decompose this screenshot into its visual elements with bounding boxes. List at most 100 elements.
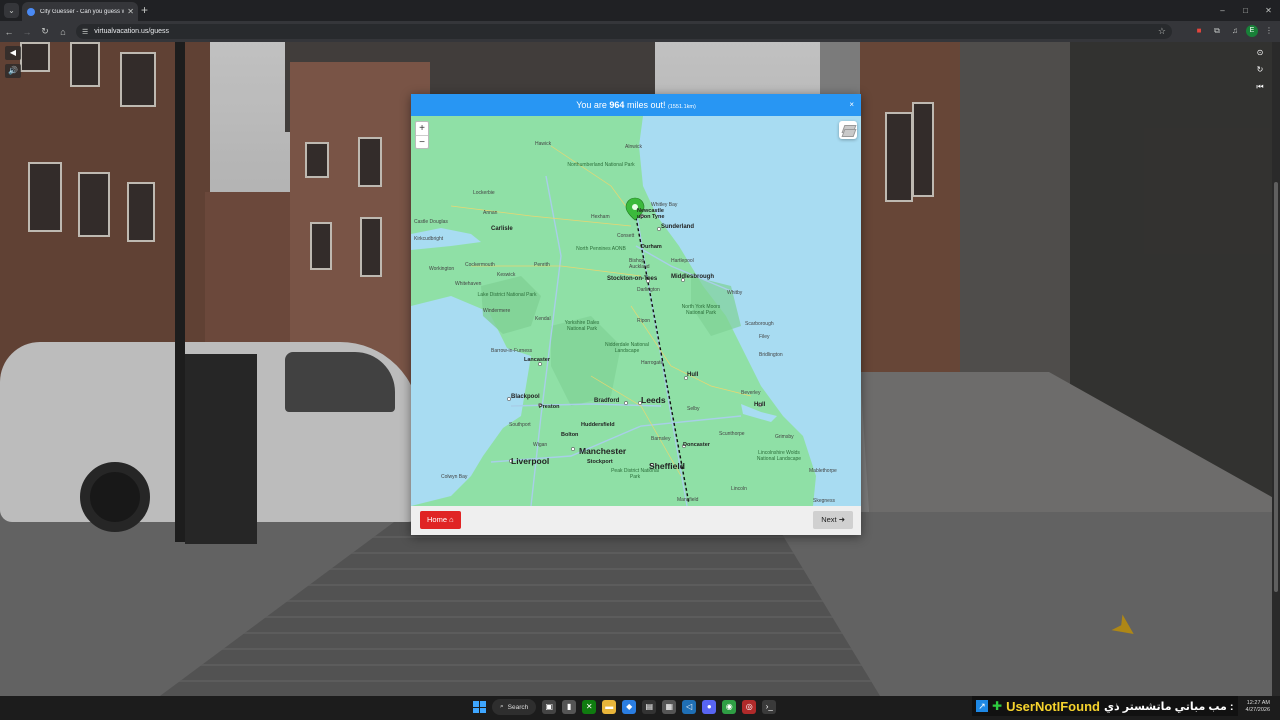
map-label-huddersfield: Huddersfield: [581, 422, 615, 428]
chrome-icon[interactable]: ◉: [722, 700, 737, 714]
home-icon[interactable]: ⌂: [54, 27, 72, 37]
map-label-bridlington: Bridlington: [759, 352, 783, 358]
map-label-wigan: Wigan: [533, 442, 548, 448]
profile-avatar[interactable]: E: [1246, 25, 1258, 37]
map-label-scunthorpe: Scunthorpe: [719, 431, 745, 437]
zoom-out-button[interactable]: −: [416, 135, 428, 148]
app-icon-red[interactable]: ◎: [742, 700, 757, 714]
result-prefix: You are: [576, 100, 607, 110]
window-controls: – □ ✕: [1211, 0, 1280, 21]
map-label-manchester: Manchester: [579, 446, 627, 456]
map-label-mablethorpe: Mablethorpe: [809, 468, 837, 474]
tab-close-icon[interactable]: ✕: [127, 7, 134, 16]
reload-icon[interactable]: ↻: [36, 26, 54, 37]
map-label-whitehaven: Whitehaven: [455, 281, 482, 287]
task-view-icon[interactable]: ▣: [542, 700, 557, 714]
toolbar-actions: ■ ⧉ ♫ E ⋮: [1192, 24, 1276, 38]
rewind-icon[interactable]: ⏮: [1252, 80, 1268, 94]
map-label-kirkcudbright: Kirkcudbright: [414, 236, 444, 242]
distance-miles: 964: [609, 100, 625, 110]
bookmark-star-icon[interactable]: ☆: [1158, 26, 1166, 37]
map-label-doncaster: Doncaster: [683, 442, 710, 448]
map-label-lincoln: Lincoln: [731, 486, 747, 492]
tab-strip: ⌄ City Guesser - Can you guess w ✕ + – □…: [0, 0, 1280, 21]
back-to-start-icon[interactable]: ◀: [5, 46, 21, 60]
new-tab-button[interactable]: +: [141, 3, 148, 17]
right-controls: ⊙ ↻ ⏮: [1252, 46, 1268, 94]
taskbar-apps: ⌕ Search ▣ ▮ ✕ ▬ ◆ ▤ ▦ ◁ ● ◉ ◎ ›_: [472, 699, 777, 715]
next-button-label: Next: [821, 515, 837, 524]
calculator-icon[interactable]: ▦: [662, 700, 677, 714]
start-icon[interactable]: [472, 700, 486, 714]
map-label-bolton: Bolton: [561, 432, 579, 438]
map-label-penrith: Penrith: [534, 262, 550, 268]
map-label-hexham: Hexham: [591, 214, 610, 220]
address-bar[interactable]: ☰ virtualvacation.us/guess ☆: [76, 24, 1172, 39]
map-label-hull-text: Hull: [754, 402, 766, 408]
tab-search-icon[interactable]: ⌄: [4, 3, 19, 18]
map-label-ripon: Ripon: [637, 318, 651, 324]
result-header: You are 964 miles out! (1551.1km) ×: [411, 94, 861, 116]
map-label-darlington: Darlington: [637, 287, 660, 293]
map-label-nymnp: North York Moors National Park: [681, 304, 721, 316]
menu-kebab-icon[interactable]: ⋮: [1262, 24, 1276, 38]
tab-city-guesser[interactable]: City Guesser - Can you guess w ✕: [22, 2, 138, 21]
map-label-durham: Durham: [641, 244, 662, 250]
map-label-cockermouth: Cockermouth: [465, 262, 495, 268]
taskbar-search[interactable]: ⌕ Search: [492, 699, 537, 715]
home-button[interactable]: Home ⌂: [420, 511, 461, 529]
zoom-in-button[interactable]: +: [416, 122, 428, 135]
url-text: virtualvacation.us/guess: [94, 28, 169, 35]
distance-km: (1551.1km): [667, 104, 696, 110]
volume-icon[interactable]: 🔊: [5, 64, 21, 78]
map-layers-icon[interactable]: [839, 121, 857, 139]
clock-date: 4/27/2026: [1245, 707, 1270, 713]
map-label-filey: Filey: [759, 334, 770, 340]
overlay-logo-icon: ↗: [976, 700, 988, 712]
extension-icon[interactable]: ■: [1192, 24, 1206, 38]
terminal-icon[interactable]: ›_: [762, 700, 777, 714]
file-explorer-icon[interactable]: ▬: [602, 700, 617, 714]
maximize-button[interactable]: □: [1234, 0, 1257, 21]
map-label-beverley: Beverley: [741, 390, 761, 396]
minimize-button[interactable]: –: [1211, 0, 1234, 21]
vscode-icon[interactable]: ◁: [682, 700, 697, 714]
result-map[interactable]: Hawick Alnwick Northumberland National P…: [411, 116, 861, 506]
tab-title: City Guesser - Can you guess w: [40, 8, 125, 15]
left-controls: ◀ 🔊: [5, 46, 21, 78]
app-icon-dark[interactable]: ▤: [642, 700, 657, 714]
forward-arrow-icon[interactable]: →: [18, 27, 36, 37]
map-label-pdnp: Peak District National Park: [611, 468, 659, 480]
refresh-icon[interactable]: ↻: [1252, 63, 1268, 77]
result-modal: You are 964 miles out! (1551.1km) × Hawi…: [411, 94, 861, 535]
back-arrow-icon[interactable]: ←: [0, 27, 18, 37]
extensions-puzzle-icon[interactable]: ⧉: [1210, 24, 1224, 38]
map-label-newcastle: Newcastle upon Tyne: [637, 208, 665, 220]
taskbar-search-label: Search: [507, 703, 529, 711]
favicon-icon: [27, 7, 35, 16]
site-info-icon[interactable]: ☰: [82, 28, 88, 36]
map-label-nnp: Northumberland National Park: [567, 162, 635, 168]
map-label-southport: Southport: [509, 422, 531, 428]
xbox-icon[interactable]: ✕: [582, 700, 597, 714]
map-label-hartlepool: Hartlepool: [671, 258, 694, 264]
map-label-ydnp: Yorkshire Dales National Park: [564, 320, 600, 332]
system-clock[interactable]: 12:27 AM 4/27/2026: [1246, 700, 1270, 714]
store-icon[interactable]: ◆: [622, 700, 637, 714]
modal-close-button[interactable]: ×: [849, 94, 854, 116]
widget-icon[interactable]: ▮: [562, 700, 577, 714]
discord-icon[interactable]: ●: [702, 700, 717, 714]
scrollbar-thumb[interactable]: [1274, 182, 1278, 592]
zoom-control: + −: [415, 121, 429, 149]
close-window-button[interactable]: ✕: [1257, 0, 1280, 21]
media-control-icon[interactable]: ♫: [1228, 24, 1242, 38]
compass-icon[interactable]: ⊙: [1252, 46, 1268, 60]
next-button[interactable]: Next ➜: [813, 511, 853, 529]
map-label-leeds: Leeds: [641, 395, 666, 405]
house-icon: ⌂: [449, 515, 454, 524]
map-label-ldnp: Lake District National Park: [477, 292, 537, 298]
map-label-npp: North Pennines AONB: [576, 246, 626, 252]
map-label-annan: Annan: [483, 210, 498, 216]
arrow-right-icon: ➜: [838, 515, 845, 524]
page-scrollbar[interactable]: [1272, 42, 1280, 696]
